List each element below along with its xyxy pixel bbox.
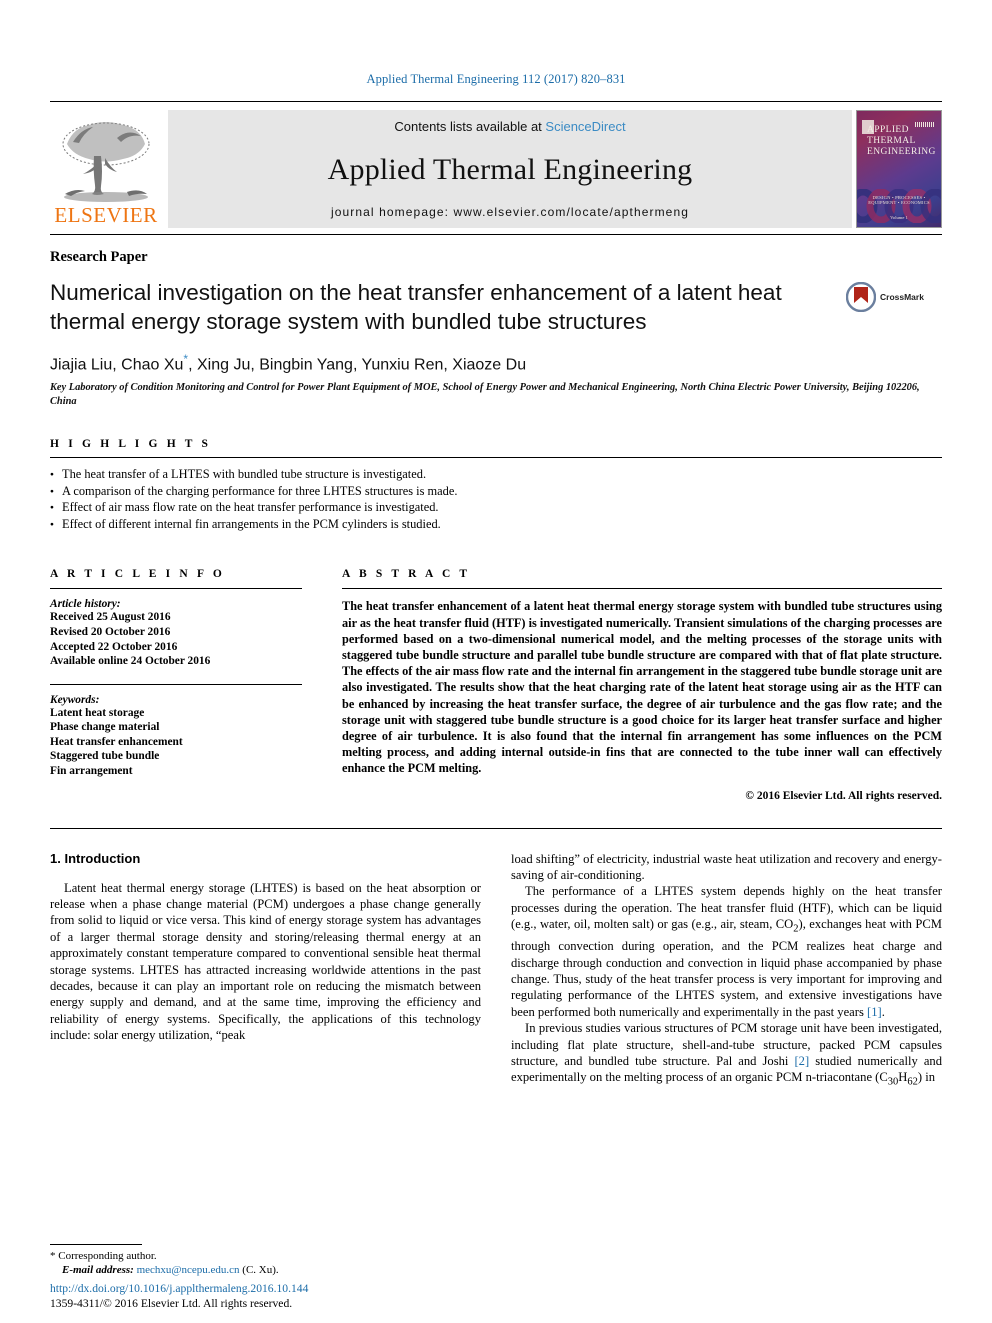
authors-primary: Jiajia Liu, Chao Xu — [50, 356, 184, 374]
history-revised: Revised 20 October 2016 — [50, 625, 171, 638]
subscript: 30 — [887, 1076, 899, 1088]
abstract-heading: A B S T R A C T — [342, 568, 471, 581]
section-heading-introduction: 1. Introduction — [50, 850, 141, 866]
journal-banner-center: Contents lists available at ScienceDirec… — [168, 110, 852, 228]
cover-volume: Volume 1 — [890, 215, 908, 220]
keyword-item: Staggered tube bundle — [50, 750, 160, 763]
highlights-list: The heat transfer of a LHTES with bundle… — [50, 466, 942, 532]
highlights-heading: H I G H L I G H T S — [50, 438, 212, 451]
footnote-block: * Corresponding author. E-mail address: … — [50, 1244, 466, 1277]
article-header: Research Paper Numerical investigation o… — [50, 234, 942, 802]
highlights-rule — [50, 457, 942, 459]
body-separator-rule — [50, 827, 942, 829]
email-suffix: (C. Xu). — [242, 1264, 279, 1276]
crossmark-label: CrossMark — [880, 292, 924, 302]
affiliation: Key Laboratory of Condition Monitoring a… — [50, 382, 920, 407]
paragraph: The performance of a LHTES system depend… — [511, 883, 942, 1020]
keyword-item: Heat transfer enhancement — [50, 735, 183, 748]
paragraph: load shifting” of electricity, industria… — [511, 851, 942, 882]
article-history-label: Article history: — [50, 598, 121, 611]
cover-title-line3: ENGINEERING — [867, 147, 936, 157]
paragraph-part: ) in — [917, 1070, 936, 1085]
keywords-label: Keywords: — [50, 693, 100, 706]
history-received: Received 25 August 2016 — [50, 611, 171, 624]
subscript: 62 — [907, 1076, 918, 1088]
journal-homepage[interactable]: journal homepage: www.elsevier.com/locat… — [331, 205, 689, 219]
footnote-email-line: E-mail address: mechxu@ncepu.edu.cn (C. … — [50, 1263, 466, 1277]
cover-subtitle: DESIGN • PROCESSES • EQUIPMENT • ECONOMI… — [868, 195, 930, 205]
doi-link[interactable]: http://dx.doi.org/10.1016/j.applthermale… — [50, 1281, 650, 1296]
keyword-item: Phase change material — [50, 721, 160, 734]
paragraph: Latent heat thermal energy storage (LHTE… — [50, 880, 481, 1043]
email-label: E-mail address: — [62, 1264, 134, 1276]
elsevier-tree-icon — [62, 122, 150, 202]
history-available-online: Available online 24 October 2016 — [50, 655, 211, 668]
article-info-heading: A R T I C L E I N F O — [50, 568, 225, 581]
footnote-rule — [50, 1244, 142, 1245]
sciencedirect-link[interactable]: ScienceDirect — [545, 119, 625, 134]
article-info-divider — [50, 683, 302, 685]
list-item: A comparison of the charging performance… — [50, 483, 942, 500]
authors-secondary: , Xing Ju, Bingbin Yang, Yunxiu Ren, Xia… — [188, 356, 527, 374]
journal-cover-thumbnail: APPLIED THERMAL ENGINEERING DESIGN • PRO… — [856, 110, 942, 228]
contents-list-line: Contents lists available at ScienceDirec… — [394, 119, 625, 134]
abstract-section: A B S T R A C T The heat transfer enhanc… — [324, 568, 942, 802]
abstract-text: The heat transfer enhancement of a laten… — [342, 599, 942, 776]
paragraph: In previous studies various structures o… — [511, 1020, 942, 1091]
body-columns: 1. Introduction Latent heat thermal ener… — [50, 851, 942, 1092]
keyword-item: Latent heat storage — [50, 706, 145, 719]
issn-copyright: 1359-4311/© 2016 Elsevier Ltd. All right… — [50, 1297, 293, 1310]
running-head: Applied Thermal Engineering 112 (2017) 8… — [366, 72, 626, 86]
article-info-rule — [50, 588, 302, 590]
crossmark-icon — [846, 282, 876, 312]
body-column-right: load shifting” of electricity, industria… — [511, 851, 942, 1092]
citation-reference[interactable]: [1] — [867, 1005, 882, 1019]
article-type-label: Research Paper — [50, 249, 148, 265]
journal-title: Applied Thermal Engineering — [327, 152, 693, 186]
cover-title-line1: APPLIED — [867, 125, 909, 135]
abstract-copyright: © 2016 Elsevier Ltd. All rights reserved… — [745, 789, 942, 802]
abstract-rule — [342, 588, 942, 590]
footnote-star: * — [50, 1250, 56, 1262]
cover-title-line2: THERMAL — [867, 136, 916, 146]
contents-prefix: Contents lists available at — [394, 119, 546, 134]
body-column-left: 1. Introduction Latent heat thermal ener… — [50, 851, 481, 1092]
highlights-section: H I G H L I G H T S The heat transfer of… — [50, 438, 942, 532]
list-item: The heat transfer of a LHTES with bundle… — [50, 466, 942, 483]
cover-title: APPLIED THERMAL ENGINEERING — [867, 125, 936, 158]
author-list: Jiajia Liu, Chao Xu*, Xing Ju, Bingbin Y… — [50, 352, 942, 374]
elsevier-logo: ELSEVIER — [50, 110, 162, 228]
keyword-item: Fin arrangement — [50, 765, 133, 778]
article-info-section: A R T I C L E I N F O Article history: R… — [50, 568, 324, 801]
list-item: Effect of air mass flow rate on the heat… — [50, 499, 942, 516]
page-title: Numerical investigation on the heat tran… — [50, 280, 782, 334]
journal-banner: ELSEVIER Contents lists available at Sci… — [50, 101, 942, 228]
article-page: Applied Thermal Engineering 112 (2017) 8… — [0, 0, 992, 1323]
list-item: Effect of different internal fin arrange… — [50, 516, 942, 533]
elsevier-wordmark: ELSEVIER — [54, 203, 158, 227]
paragraph-part: ), exchanges heat with PCM through conve… — [511, 917, 942, 1019]
citation-reference[interactable]: [2] — [794, 1054, 809, 1068]
crossmark-badge[interactable]: CrossMark — [846, 278, 942, 312]
info-abstract-row: A R T I C L E I N F O Article history: R… — [50, 568, 942, 802]
footnote-corresponding: * Corresponding author. — [50, 1249, 466, 1263]
paragraph-part: . — [881, 1004, 885, 1019]
footnote-corresponding-text: Corresponding author. — [58, 1250, 157, 1262]
email-link[interactable]: mechxu@ncepu.edu.cn — [137, 1264, 240, 1276]
page-footer: http://dx.doi.org/10.1016/j.applthermale… — [50, 1281, 650, 1311]
header-rule-top — [50, 234, 942, 235]
history-accepted: Accepted 22 October 2016 — [50, 640, 178, 653]
